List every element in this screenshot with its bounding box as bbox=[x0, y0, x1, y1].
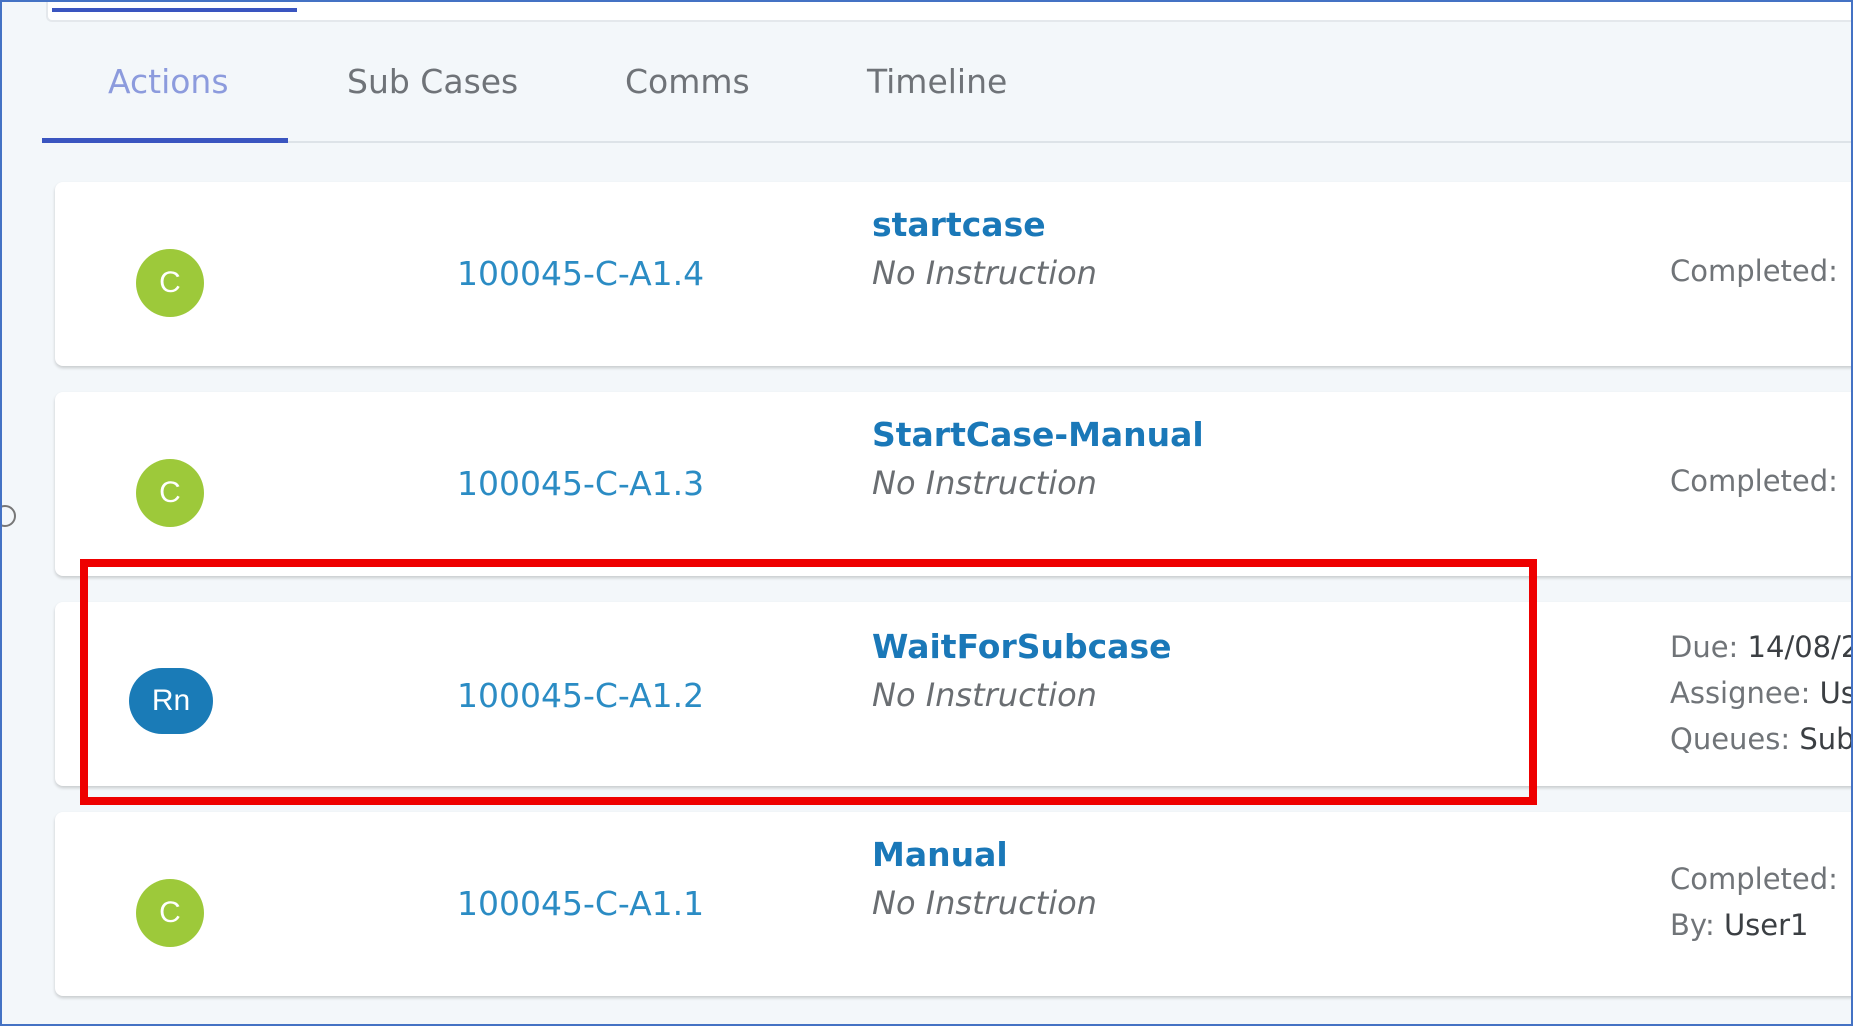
meta-due: Due: 14/08/2 bbox=[1670, 630, 1853, 664]
collapse-handle-icon[interactable] bbox=[2, 505, 16, 527]
meta-queues: Queues: Sub bbox=[1670, 722, 1853, 756]
meta-value: Use bbox=[1819, 676, 1851, 710]
meta-completed: Completed: bbox=[1670, 254, 1838, 288]
tab-comms[interactable]: Comms bbox=[625, 42, 750, 141]
top-panel-edge bbox=[46, 2, 1851, 22]
action-case-id-link[interactable]: 100045-C-A1.2 bbox=[457, 676, 704, 715]
meta-label: Queues: bbox=[1670, 722, 1791, 756]
action-instruction: No Instruction bbox=[872, 884, 1097, 922]
action-name-link[interactable]: Manual bbox=[872, 835, 1008, 874]
status-badge: C bbox=[136, 879, 204, 947]
action-case-id-link[interactable]: 100045-C-A1.1 bbox=[457, 884, 704, 923]
status-badge: Rn bbox=[129, 668, 213, 734]
meta-value: 14/08/2 bbox=[1747, 630, 1853, 664]
meta-assignee: Assignee: Use bbox=[1670, 676, 1851, 710]
action-case-id-link[interactable]: 100045-C-A1.4 bbox=[457, 254, 704, 293]
action-name-link[interactable]: WaitForSubcase bbox=[872, 627, 1171, 666]
meta-label: Completed: bbox=[1670, 464, 1838, 498]
meta-value: User1 bbox=[1723, 908, 1809, 942]
top-panel-accent bbox=[52, 8, 297, 12]
tab-actions[interactable]: Actions bbox=[108, 42, 229, 141]
meta-label: Assignee: bbox=[1670, 676, 1811, 710]
meta-by: By: User1 bbox=[1670, 908, 1809, 942]
action-name-link[interactable]: StartCase-Manual bbox=[872, 415, 1204, 454]
action-card[interactable]: C 100045-C-A1.4 startcase No Instruction… bbox=[55, 182, 1851, 366]
action-case-id-link[interactable]: 100045-C-A1.3 bbox=[457, 464, 704, 503]
meta-label: Due: bbox=[1670, 630, 1739, 664]
action-card[interactable]: C 100045-C-A1.1 Manual No Instruction Co… bbox=[55, 812, 1851, 996]
meta-value: Sub bbox=[1799, 722, 1853, 756]
status-badge: C bbox=[136, 249, 204, 317]
tab-timeline[interactable]: Timeline bbox=[867, 42, 1007, 141]
tab-sub-cases[interactable]: Sub Cases bbox=[347, 42, 518, 141]
action-card[interactable]: C 100045-C-A1.3 StartCase-Manual No Inst… bbox=[55, 392, 1851, 576]
action-name-link[interactable]: startcase bbox=[872, 205, 1046, 244]
action-card[interactable]: Rn 100045-C-A1.2 WaitForSubcase No Instr… bbox=[55, 602, 1853, 786]
action-instruction: No Instruction bbox=[872, 254, 1097, 292]
tab-bar: Actions Sub Cases Comms Timeline bbox=[42, 42, 1851, 143]
status-badge: C bbox=[136, 459, 204, 527]
meta-label: By: bbox=[1670, 908, 1715, 942]
meta-completed: Completed: bbox=[1670, 464, 1838, 498]
case-detail-panel: Actions Sub Cases Comms Timeline C 10004… bbox=[0, 0, 1853, 1026]
meta-label: Completed: bbox=[1670, 862, 1838, 896]
action-instruction: No Instruction bbox=[872, 676, 1097, 714]
action-instruction: No Instruction bbox=[872, 464, 1097, 502]
meta-completed: Completed: bbox=[1670, 862, 1838, 896]
meta-label: Completed: bbox=[1670, 254, 1838, 288]
active-tab-indicator bbox=[42, 138, 288, 143]
